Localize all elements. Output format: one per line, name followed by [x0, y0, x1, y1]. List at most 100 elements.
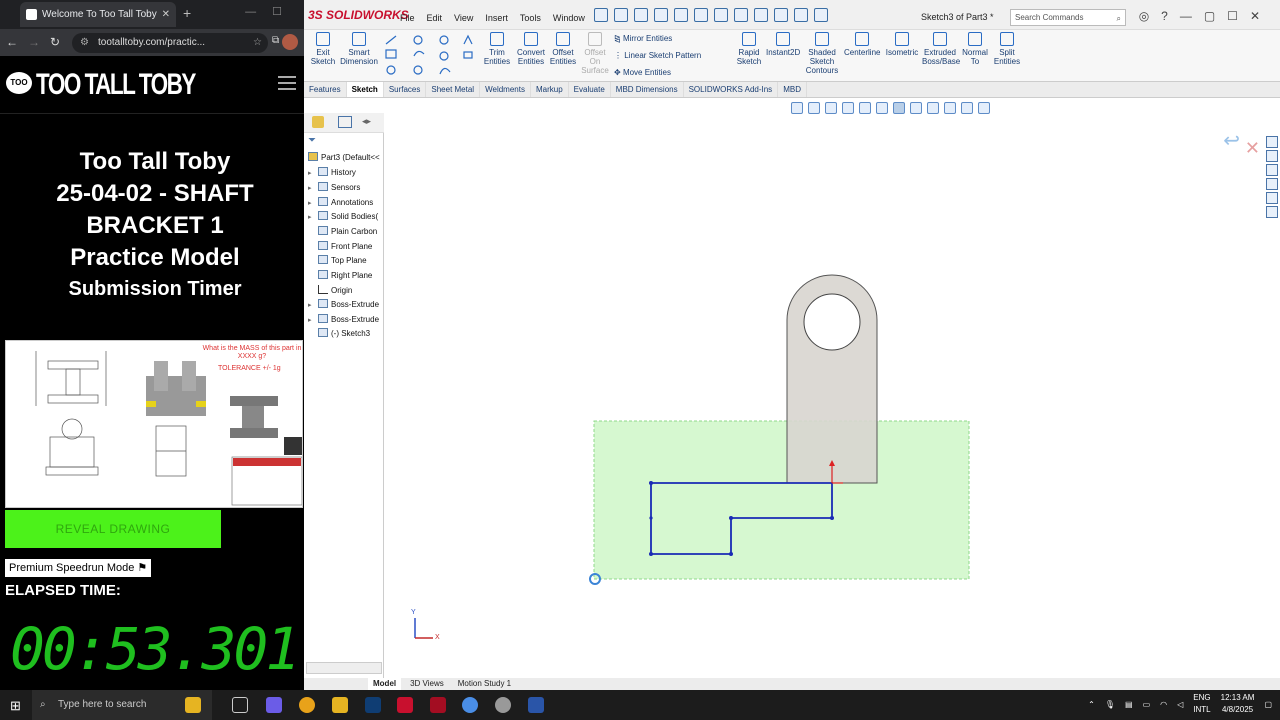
site-info-icon[interactable]: ⚙ [80, 33, 89, 53]
offset-entities-button[interactable]: Offset Entities [548, 32, 578, 66]
menu-view[interactable]: View [454, 13, 473, 23]
sketch-point[interactable] [830, 516, 834, 520]
save-icon[interactable] [654, 8, 668, 22]
site-logo-text[interactable]: TOO TALL TOBY [36, 68, 196, 102]
home-icon[interactable] [594, 8, 608, 22]
tab-mbd-dimensions[interactable]: MBD Dimensions [611, 82, 684, 97]
hamburger-menu-icon[interactable] [278, 76, 296, 90]
search-commands-input[interactable]: Search Commands ⌕ [1010, 9, 1126, 26]
chrome-icon[interactable] [299, 697, 315, 713]
tab-3d-views[interactable]: 3D Views [405, 678, 449, 690]
new-tab-icon[interactable]: + [183, 5, 191, 21]
logo-badge[interactable]: TOO [6, 72, 32, 94]
open-icon[interactable] [634, 8, 648, 22]
solidworks-icon[interactable] [397, 697, 413, 713]
reveal-drawing-button[interactable]: REVEAL DRAWING [5, 510, 221, 548]
trim-entities-button[interactable]: Trim Entities [482, 32, 512, 66]
menu-insert[interactable]: Insert [485, 13, 508, 23]
tab-weldments[interactable]: Weldments [480, 82, 531, 97]
sw-window-controls[interactable]: ◎?—▢☐✕ [1139, 9, 1272, 23]
menu-tools[interactable]: Tools [520, 13, 541, 23]
offset-on-surface-button[interactable]: Offset On Surface [580, 32, 610, 75]
expand-icon[interactable]: ▸ [308, 213, 318, 221]
feature-manager-tab-icon[interactable] [312, 116, 324, 128]
instant2d-button[interactable]: Instant2D [766, 32, 800, 57]
forward-icon[interactable]: → [28, 35, 40, 49]
notifications-icon[interactable]: ▢ [1264, 700, 1272, 709]
tray-overflow-icon[interactable]: ⌃ [1088, 700, 1095, 709]
undo-icon[interactable] [694, 8, 708, 22]
tree-item-top-plane[interactable]: Top Plane [308, 255, 367, 265]
tab-solidworks-addins[interactable]: SOLIDWORKS Add-Ins [684, 82, 779, 97]
sketch-point[interactable] [729, 552, 733, 556]
tab-sketch[interactable]: Sketch [346, 82, 384, 97]
tab-sheet-metal[interactable]: Sheet Metal [426, 82, 481, 97]
traffic-light-icon[interactable] [754, 8, 768, 22]
sparkle-icon[interactable] [185, 697, 201, 713]
new-document-icon[interactable] [614, 8, 628, 22]
smart-dimension-button[interactable]: Smart Dimension [340, 32, 378, 66]
customize-icon[interactable] [814, 8, 828, 22]
file-properties-icon[interactable] [774, 8, 788, 22]
select-icon[interactable] [734, 8, 748, 22]
taskbar-clock[interactable]: 12:13 AM 4/8/2025 [1221, 692, 1255, 716]
expand-icon[interactable]: ▸ [308, 301, 318, 309]
graphics-area[interactable]: ↩ ✕ Y X [385, 98, 1280, 678]
tree-root-part[interactable]: Part3 (Default<< [308, 152, 380, 162]
copilot-icon[interactable] [266, 697, 282, 713]
filter-icon[interactable]: ⏷ [308, 135, 316, 146]
search-icon[interactable]: ⌕ [1117, 11, 1121, 26]
options-gear-icon[interactable] [794, 8, 808, 22]
sketch-point[interactable] [649, 481, 653, 485]
menu-window[interactable]: Window [553, 13, 585, 23]
design-library-icon[interactable] [1266, 150, 1278, 162]
window-controls[interactable]: —☐ [245, 5, 298, 18]
tree-nav-arrows-icon[interactable]: ◂▸ [362, 116, 371, 127]
sw-resources-icon[interactable] [1266, 136, 1278, 148]
tree-horizontal-scrollbar[interactable] [306, 662, 382, 674]
mirror-entities-button[interactable]: ⧎ Mirror Entities [614, 34, 672, 43]
redo-icon[interactable] [714, 8, 728, 22]
tab-model[interactable]: Model [368, 678, 402, 690]
property-manager-tab-icon[interactable] [338, 116, 352, 128]
centerline-button[interactable]: Centerline [844, 32, 880, 57]
browser-tab[interactable]: Welcome To Too Tall Toby ✕ [20, 2, 176, 27]
tree-item-boss-extrude-1[interactable]: ▸ Boss-Extrude [308, 299, 379, 309]
back-icon[interactable]: ← [6, 35, 18, 49]
extensions-icon[interactable]: ⧉ [272, 35, 279, 46]
expand-icon[interactable]: ▸ [308, 316, 318, 324]
tree-item-sensors[interactable]: ▸ Sensors [308, 182, 360, 192]
shaded-contours-button[interactable]: Shaded Sketch Contours [802, 32, 842, 75]
tab-evaluate[interactable]: Evaluate [569, 82, 611, 97]
expand-icon[interactable]: ▸ [308, 169, 318, 177]
tab-markup[interactable]: Markup [531, 82, 569, 97]
view-palette-icon[interactable] [1266, 178, 1278, 190]
microphone-icon[interactable]: 🎙 [1105, 700, 1115, 709]
tree-item-material[interactable]: Plain Carbon [308, 226, 377, 236]
convert-entities-button[interactable]: Convert Entities [514, 32, 548, 66]
menu-edit[interactable]: Edit [427, 13, 443, 23]
menu-file[interactable]: File [400, 13, 415, 23]
solidworks-logo[interactable]: 3S SOLIDWORKS [308, 8, 409, 22]
chrome-profile-icon[interactable] [462, 697, 478, 713]
tree-item-right-plane[interactable]: Right Plane [308, 270, 372, 280]
task-view-icon[interactable] [232, 697, 248, 713]
tab-surfaces[interactable]: Surfaces [384, 82, 427, 97]
tree-item-history[interactable]: ▸ History [308, 167, 356, 177]
tree-item-sketch3[interactable]: (-) Sketch3 [308, 328, 370, 338]
custom-properties-icon[interactable] [1266, 206, 1278, 218]
photoshop-icon[interactable] [365, 697, 381, 713]
tree-item-front-plane[interactable]: Front Plane [308, 241, 372, 251]
exit-sketch-button[interactable]: Exit Sketch [308, 32, 338, 66]
extruded-boss-button[interactable]: Extruded Boss/Base [922, 32, 960, 66]
print-icon[interactable] [674, 8, 688, 22]
obs-icon[interactable] [495, 697, 511, 713]
isometric-button[interactable]: Isometric [884, 32, 920, 57]
expand-icon[interactable]: ▸ [308, 184, 318, 192]
network-icon[interactable]: ▤ [1125, 700, 1133, 709]
input-language[interactable]: ENG INTL [1193, 692, 1210, 716]
rapid-sketch-button[interactable]: Rapid Sketch [734, 32, 764, 66]
wifi-icon[interactable]: ◠ [1160, 700, 1167, 709]
windows-start-icon[interactable]: ⊞ [10, 698, 21, 714]
tab-mbd[interactable]: MBD [778, 82, 807, 97]
